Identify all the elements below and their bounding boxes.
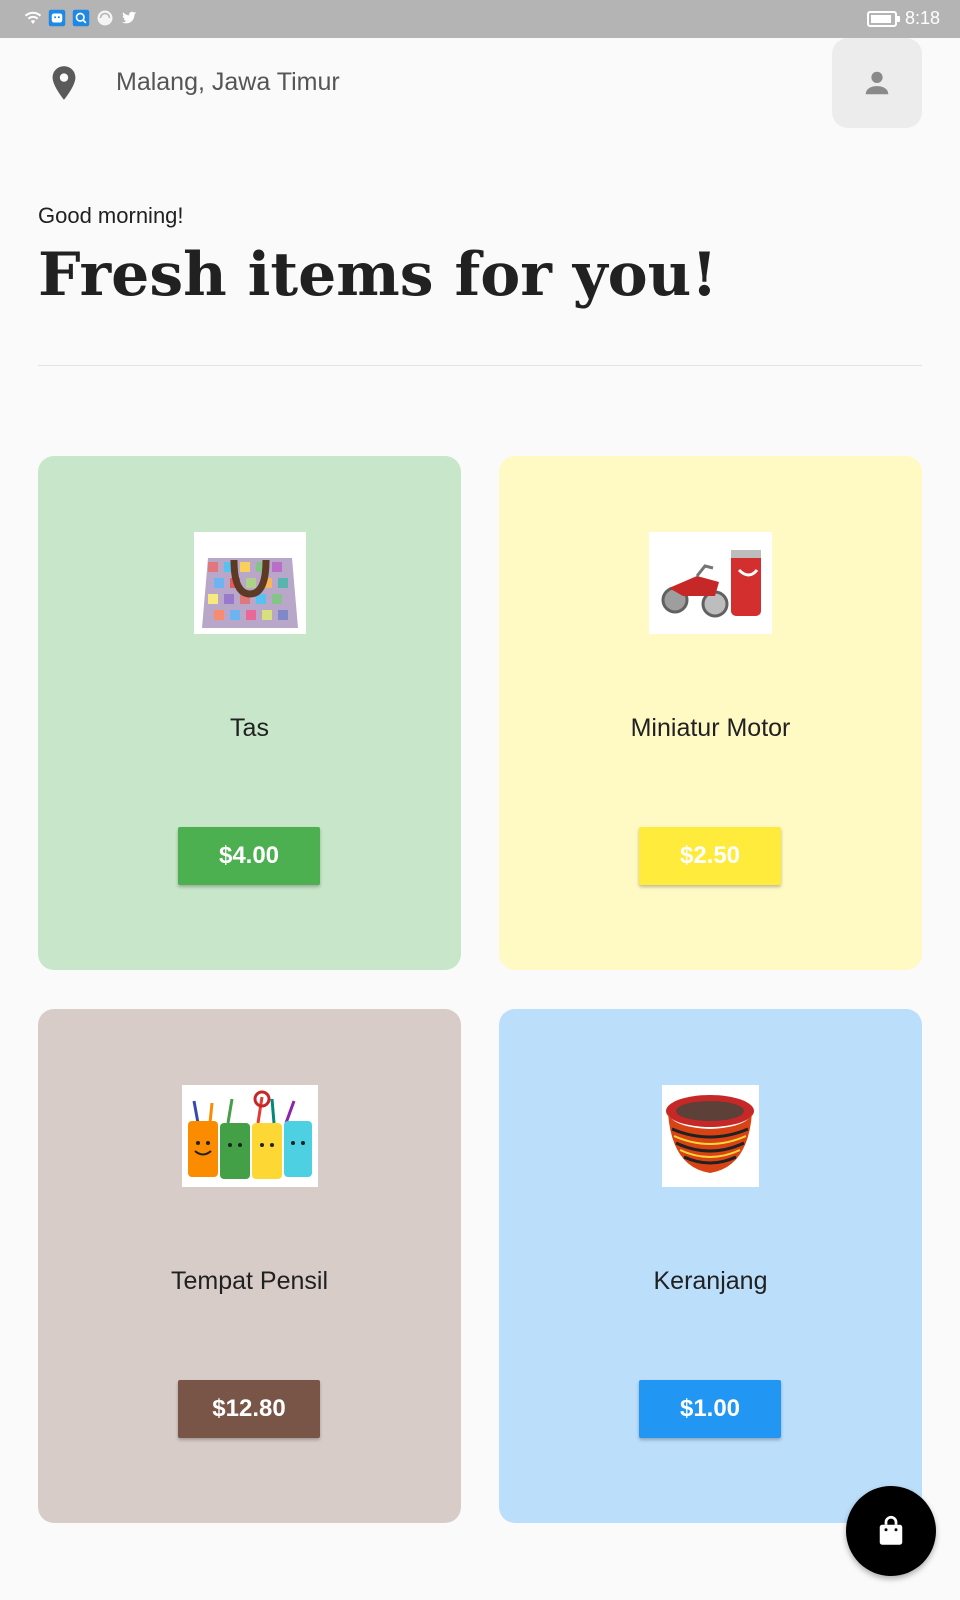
- product-card-keranjang[interactable]: Keranjang $1.00: [499, 1009, 922, 1523]
- page-title: Fresh items for you!: [38, 240, 718, 310]
- divider: [38, 365, 922, 366]
- price-button[interactable]: $2.50: [639, 827, 781, 885]
- battery-icon: [866, 10, 900, 27]
- product-name: Miniatur Motor: [630, 714, 791, 742]
- product-card-tempat-pensil[interactable]: Tempat Pensil $12.80: [38, 1009, 461, 1523]
- status-bar: 8:18: [0, 0, 960, 38]
- browser-icon: [97, 10, 113, 26]
- notification-app-icon: [48, 9, 66, 27]
- header: Malang, Jawa Timur: [0, 38, 960, 128]
- profile-button[interactable]: [832, 38, 922, 128]
- product-name: Keranjang: [653, 1267, 768, 1295]
- product-image-keranjang: [662, 1085, 759, 1187]
- twitter-icon: [121, 11, 137, 24]
- search-app-icon: [72, 9, 90, 27]
- price-button[interactable]: $1.00: [639, 1380, 781, 1438]
- product-image-miniatur-motor: [649, 532, 772, 634]
- status-icons: [24, 9, 138, 27]
- product-name: Tas: [230, 714, 269, 742]
- status-right: 8:18: [866, 8, 940, 29]
- wifi-icon: [24, 11, 42, 24]
- product-card-tas[interactable]: Tas $4.00: [38, 456, 461, 970]
- status-time: 8:18: [904, 8, 940, 28]
- location-label[interactable]: Malang, Jawa Timur: [116, 68, 340, 97]
- price-button[interactable]: $12.80: [178, 1380, 320, 1438]
- greeting-text: Good morning!: [38, 203, 184, 228]
- price-button[interactable]: $4.00: [178, 827, 320, 885]
- shopping-bag-icon: [879, 1515, 903, 1545]
- product-image-tempat-pensil: [182, 1085, 318, 1187]
- person-icon: [865, 71, 889, 95]
- product-card-miniatur-motor[interactable]: Miniatur Motor $2.50: [499, 456, 922, 970]
- cart-button[interactable]: [846, 1486, 936, 1576]
- product-image-tas: [194, 532, 306, 634]
- product-name: Tempat Pensil: [170, 1267, 329, 1295]
- location-pin-icon[interactable]: [49, 65, 79, 101]
